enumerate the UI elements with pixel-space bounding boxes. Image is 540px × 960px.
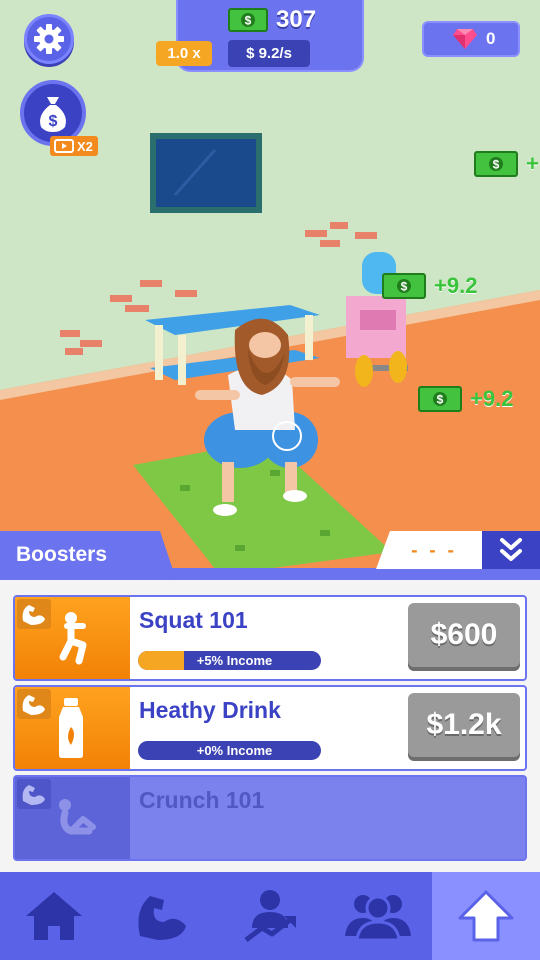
booster-card-crunch[interactable]: Crunch 101: [13, 775, 527, 861]
nav-training[interactable]: [108, 872, 216, 960]
svg-text:$: $: [401, 280, 408, 294]
booster-name: Heathy Drink: [139, 697, 281, 723]
boosters-title: Boosters: [16, 543, 108, 566]
booster-name: Squat 101: [139, 607, 248, 633]
crunch-icon: [59, 799, 96, 835]
booster-card-squat[interactable]: Squat 101 +5% Income $600: [13, 595, 527, 681]
bottle-icon: [59, 698, 83, 758]
gem-icon: [453, 29, 477, 49]
nav-group[interactable]: [324, 872, 432, 960]
group-icon: [345, 895, 411, 942]
double-chevron-down-icon: [500, 538, 522, 561]
cash-pop: $ +9.2: [418, 386, 513, 412]
nav-home[interactable]: [0, 872, 108, 960]
x2-video-badge[interactable]: X2: [50, 136, 98, 156]
muscle-badge: [17, 689, 51, 719]
muscle-icon: [138, 896, 186, 940]
tab-indicator: - - -: [410, 540, 458, 560]
cash-pop: $ +9.2: [382, 273, 477, 299]
gems-panel[interactable]: 0: [422, 21, 520, 57]
booster-name: Crunch 101: [139, 787, 265, 813]
svg-text:$: $: [49, 113, 58, 130]
video-icon: [54, 139, 74, 153]
muscle-icon: [22, 695, 45, 715]
svg-text:$: $: [245, 14, 252, 28]
cash-icon: $: [382, 273, 426, 299]
money-value: 307: [276, 6, 317, 33]
nav-trainer[interactable]: [216, 872, 324, 960]
muscle-badge: [17, 599, 51, 629]
money-bag-icon: $: [40, 97, 66, 132]
income-progress-bar: +5% Income: [138, 651, 321, 670]
squat-icon: [59, 612, 87, 665]
cash-icon: $: [228, 8, 268, 32]
upgrade-arrow-icon: [458, 890, 514, 942]
multiplier-badge[interactable]: 1.0 x: [156, 41, 212, 66]
booster-card-drink[interactable]: Heathy Drink +0% Income $1.2k: [13, 685, 527, 771]
wall-tv: [150, 133, 262, 213]
buy-button[interactable]: $600: [408, 603, 520, 667]
income-label: +0% Income: [196, 743, 273, 758]
svg-text:$: $: [437, 393, 444, 407]
nav-upgrade[interactable]: [432, 872, 540, 960]
income-rate: $ 9.2/s: [228, 40, 310, 67]
settings-button[interactable]: [24, 14, 74, 64]
trainer-icon: [244, 890, 296, 942]
muscle-icon: [22, 605, 45, 625]
cash-icon: $: [418, 386, 462, 412]
buy-button[interactable]: $1.2k: [408, 693, 520, 757]
income-label: +5% Income: [196, 653, 273, 668]
gear-icon: [34, 24, 64, 54]
cash-pop: $ +: [474, 151, 539, 177]
collapse-button[interactable]: [482, 531, 540, 569]
bottom-nav: [0, 872, 540, 960]
tab-other[interactable]: - - -: [376, 531, 482, 569]
gems-value: 0: [486, 29, 496, 48]
svg-text:$: $: [493, 158, 500, 172]
muscle-badge: [17, 779, 51, 809]
cash-icon: $: [474, 151, 518, 177]
muscle-icon: [22, 785, 45, 805]
home-icon: [26, 892, 82, 940]
income-progress-bar: +0% Income: [138, 741, 321, 760]
